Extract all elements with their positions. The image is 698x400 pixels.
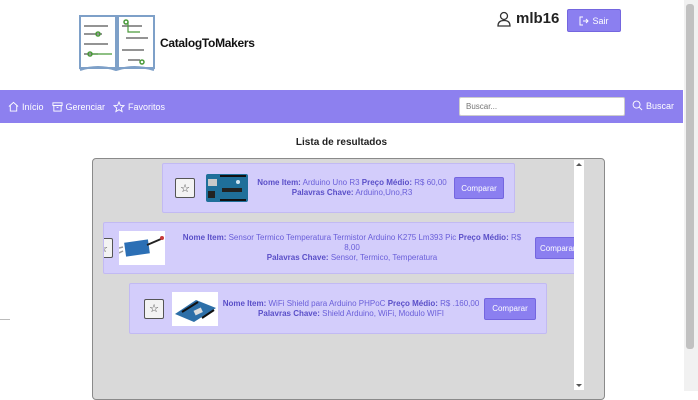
name-label: Nome Item: [222, 298, 267, 308]
logout-label: Sair [592, 15, 609, 26]
star-icon [113, 100, 126, 113]
results-panel: ☆ Nome Item: Arduino Uno R3 Preço Médio:… [92, 158, 605, 400]
results-scrollbar[interactable] [574, 160, 584, 390]
star-outline-icon: ☆ [104, 242, 108, 255]
item-info: Nome Item: WiFi Shield para Arduino PHPo… [218, 299, 484, 319]
item-keywords: Arduino,Uno,R3 [355, 188, 413, 197]
keywords-label: Palavras Chave: [266, 253, 329, 262]
nav-item-label: Início [22, 101, 44, 112]
temperature-sensor-image [119, 231, 165, 265]
compare-button[interactable]: Comparar [484, 297, 536, 320]
divider [0, 319, 10, 320]
page-scrollbar-thumb[interactable] [686, 4, 694, 349]
item-keywords: Sensor, Termico, Temperatura [330, 253, 438, 262]
nav-item-label: Gerenciar [65, 101, 106, 112]
results-title: Lista de resultados [295, 137, 388, 148]
search-input[interactable] [459, 97, 625, 116]
user-info: mlb16 [496, 10, 559, 27]
nav-item-gerenciar[interactable]: Gerenciar [51, 101, 106, 112]
list-item: ☆ Nome Item: Arduino Uno R3 Preço Médio:… [162, 163, 515, 213]
item-keywords: Shield Arduino, WiFi, Modulo WIFI [322, 308, 444, 318]
star-outline-icon: ☆ [149, 303, 159, 315]
nav-item-inicio[interactable]: Início [8, 101, 44, 112]
name-label: Nome Item: [182, 233, 227, 242]
item-price: R$ 60,00 [414, 178, 447, 187]
favorite-button[interactable]: ☆ [175, 178, 195, 198]
name-label: Nome Item: [257, 178, 301, 187]
price-label: Preço Médio: [387, 298, 438, 308]
wifi-shield-image [172, 291, 218, 326]
nav-item-label: Favoritos [128, 101, 166, 112]
box-icon [51, 102, 63, 112]
keywords-label: Palavras Chave: [258, 308, 320, 318]
search-icon [632, 100, 643, 111]
list-item: ☆ Nome Item: WiFi Shield para Arduino PH… [129, 283, 547, 334]
compare-button[interactable]: Comparar [535, 237, 577, 259]
user-icon [497, 11, 511, 27]
user-name: mlb16 [516, 10, 560, 27]
item-price: R$ .160,00 [440, 298, 480, 308]
favorite-button[interactable]: ☆ [104, 238, 113, 258]
item-info: Nome Item: Arduino Uno R3 Preço Médio: R… [250, 178, 454, 198]
item-info: Nome Item: Sensor Termico Temperatura Te… [175, 233, 529, 263]
compare-button[interactable]: Comparar [454, 177, 504, 199]
item-name: Arduino Uno R3 [302, 178, 360, 187]
logo-text: CatalogToMakers [160, 36, 255, 50]
item-name: Sensor Termico Temperatura Termistor Ard… [228, 233, 457, 242]
arduino-uno-image [206, 174, 248, 202]
nav-item-favoritos[interactable]: Favoritos [113, 100, 166, 113]
logout-button[interactable]: Sair [567, 9, 621, 32]
star-outline-icon: ☆ [180, 182, 190, 195]
search-button[interactable]: Buscar [632, 100, 674, 111]
list-item: ☆ Nome Item: Sensor Termico Temperatura … [103, 222, 578, 274]
item-name: WiFi Shield para Arduino PHPoC [268, 298, 386, 308]
logo-circuit-book-icon [79, 15, 155, 72]
logout-icon [579, 16, 590, 25]
home-icon [8, 101, 19, 112]
favorite-button[interactable]: ☆ [144, 298, 164, 319]
keywords-label: Palavras Chave: [291, 188, 354, 197]
search-button-label: Buscar [646, 100, 675, 111]
price-label: Preço Médio: [361, 178, 413, 187]
price-label: Preço Médio: [458, 233, 509, 242]
